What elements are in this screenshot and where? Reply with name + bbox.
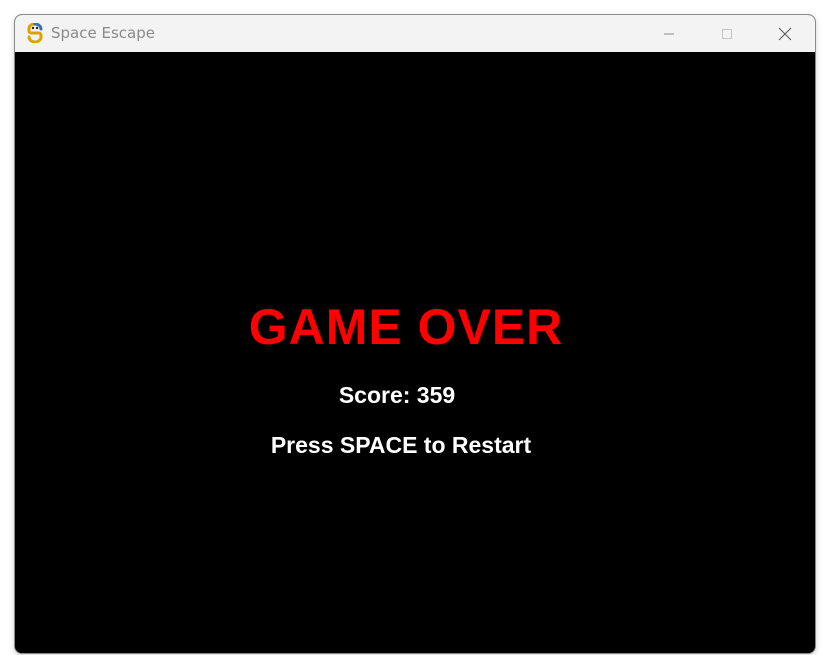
maximize-button[interactable] (698, 15, 756, 52)
close-button[interactable] (756, 15, 814, 52)
score-text: Score: 359 (338, 382, 456, 408)
pygame-snake-icon (25, 22, 45, 44)
window-title: Space Escape (51, 24, 155, 42)
title-bar[interactable]: Space Escape (15, 15, 815, 52)
maximize-icon (721, 28, 733, 40)
minimize-button[interactable] (640, 15, 698, 52)
restart-prompt: Press SPACE to Restart (270, 432, 532, 458)
app-window: Space Escape GAME OVER Score: 359 Press … (14, 14, 816, 654)
minimize-icon (663, 28, 675, 40)
game-over-title: GAME OVER (248, 299, 564, 355)
close-icon (778, 27, 792, 41)
game-canvas[interactable]: GAME OVER Score: 359 Press SPACE to Rest… (15, 52, 815, 653)
